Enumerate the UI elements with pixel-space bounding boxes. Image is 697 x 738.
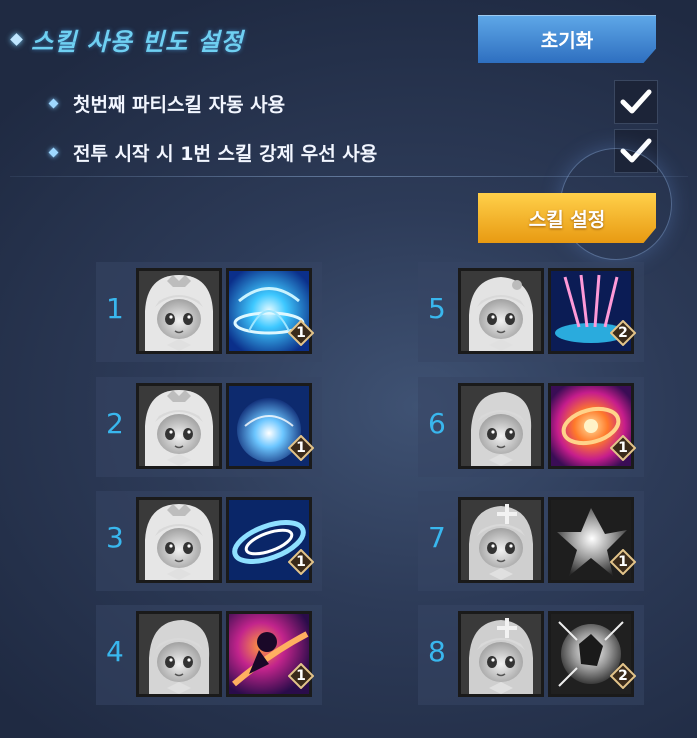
character-portrait[interactable] [136, 268, 222, 354]
skill-level-badge: 2 [609, 662, 637, 690]
character-portrait[interactable] [136, 383, 222, 469]
reset-button[interactable]: 초기화 [478, 15, 656, 63]
skill-slot[interactable]: 61 [418, 377, 644, 477]
slot-number: 7 [428, 521, 446, 554]
slot-number: 1 [106, 292, 124, 325]
skill-level-badge: 2 [609, 319, 637, 347]
skill-level: 1 [296, 668, 306, 684]
option-label: 첫번째 파티스킬 자동 사용 [73, 94, 286, 116]
skill-slot[interactable]: 31 [96, 491, 322, 591]
checkmark-icon [620, 89, 652, 114]
page-title: 스킬 사용 빈도 설정 [31, 28, 244, 56]
skill-setting-button[interactable]: 스킬 설정 [478, 193, 656, 243]
slot-number: 5 [428, 292, 446, 325]
skill-level: 1 [296, 325, 306, 341]
skill-slot[interactable]: 52 [418, 262, 644, 362]
option-label: 전투 시작 시 1번 스킬 강제 우선 사용 [73, 143, 378, 165]
skill-level: 1 [296, 554, 306, 570]
skill-slot[interactable]: 71 [418, 491, 644, 591]
skill-slot[interactable]: 82 [418, 605, 644, 705]
checkmark-icon [620, 138, 652, 163]
divider [10, 176, 688, 177]
slot-number: 8 [428, 635, 446, 668]
skill-slot[interactable]: 11 [96, 262, 322, 362]
option-row-first-skill-priority: 전투 시작 시 1번 스킬 강제 우선 사용 [48, 139, 378, 166]
skill-level: 1 [618, 440, 628, 456]
bullet-diamond-icon [48, 98, 59, 109]
skill-slot[interactable]: 41 [96, 605, 322, 705]
first-skill-priority-checkbox[interactable] [614, 129, 658, 173]
character-portrait[interactable] [458, 383, 544, 469]
skill-level-badge: 1 [287, 434, 315, 462]
title-row: 스킬 사용 빈도 설정 [8, 22, 244, 57]
character-portrait[interactable] [136, 497, 222, 583]
slot-number: 3 [106, 521, 124, 554]
skill-level: 1 [618, 554, 628, 570]
skill-level-badge: 1 [609, 548, 637, 576]
skill-level-badge: 1 [287, 548, 315, 576]
character-portrait[interactable] [458, 497, 544, 583]
bullet-diamond-icon [48, 147, 59, 158]
title-diamond-icon [10, 33, 23, 46]
slot-number: 2 [106, 407, 124, 440]
slot-number: 4 [106, 635, 124, 668]
skill-slot[interactable]: 21 [96, 377, 322, 477]
slot-number: 6 [428, 407, 446, 440]
character-portrait[interactable] [458, 611, 544, 697]
skill-level-badge: 1 [609, 434, 637, 462]
skill-level-badge: 1 [287, 662, 315, 690]
skill-level: 2 [618, 325, 628, 341]
skill-level: 1 [296, 440, 306, 456]
character-portrait[interactable] [458, 268, 544, 354]
skill-level-badge: 1 [287, 319, 315, 347]
option-row-auto-party-skill: 첫번째 파티스킬 자동 사용 [48, 90, 286, 117]
character-portrait[interactable] [136, 611, 222, 697]
auto-party-skill-checkbox[interactable] [614, 80, 658, 124]
skill-level: 2 [618, 668, 628, 684]
